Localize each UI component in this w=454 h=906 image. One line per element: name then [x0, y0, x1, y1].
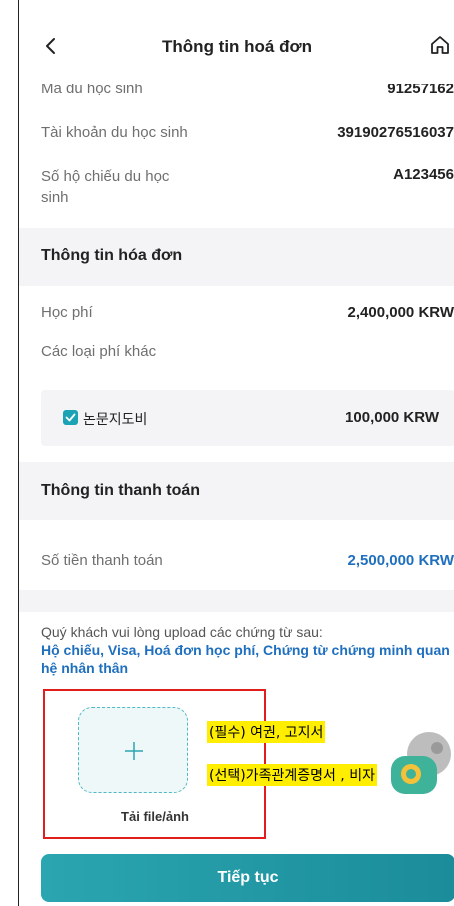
upload-tile[interactable] [78, 707, 188, 793]
invoice-section-title: Thông tin hóa đơn [41, 247, 183, 264]
page-title: Thông tin hoá đơn [162, 37, 312, 56]
payment-amount-label: Số tiền thanh toán [41, 552, 163, 569]
annotation-optional: (선택)가족관계증명서 , 비자 [207, 764, 377, 786]
upload-tile-label: Tải file/ảnh [121, 809, 189, 824]
fee-checkbox[interactable] [63, 410, 78, 425]
passport-label: Số hộ chiếu du học sinh [41, 168, 170, 206]
header-bar: Thông tin hoá đơn [19, 24, 454, 70]
fee-item-label: 논문지도비 [83, 411, 148, 427]
divider-band [19, 590, 454, 612]
fee-item-value: 100,000 KRW [345, 409, 439, 426]
other-fees-label: Các loại phí khác [41, 343, 157, 360]
tuition-label: Học phí [41, 304, 93, 321]
continue-button[interactable]: Tiếp tục [41, 854, 454, 902]
chat-bot-badge-icon[interactable] [389, 730, 454, 796]
upload-documents-list: Hộ chiếu, Visa, Hoá đơn học phí, Chứng t… [41, 642, 450, 676]
upload-instruction: Quý khách vui lòng upload các chứng từ s… [41, 624, 323, 640]
payment-amount-value: 2,500,000 KRW [347, 552, 454, 569]
payment-section-title: Thông tin thanh toán [41, 482, 201, 499]
student-id-row: Mã du học sinh 91257162 [41, 84, 454, 102]
student-account-label: Tài khoản du học sinh [41, 124, 188, 141]
other-fee-item: 논문지도비 100,000 KRW [41, 390, 454, 446]
student-id-label: Mã du học sinh [41, 84, 143, 97]
app-screen: Thông tin hoá đơn Mã du học sinh 9125716… [18, 0, 454, 906]
student-id-value: 91257162 [387, 84, 454, 97]
student-account-value: 39190276516037 [337, 124, 454, 141]
passport-value: A123456 [393, 166, 454, 183]
annotation-required: (필수) 여권, 고지서 [207, 721, 326, 743]
home-icon[interactable] [429, 33, 451, 57]
plus-icon [125, 742, 143, 760]
tuition-value: 2,400,000 KRW [347, 304, 454, 321]
